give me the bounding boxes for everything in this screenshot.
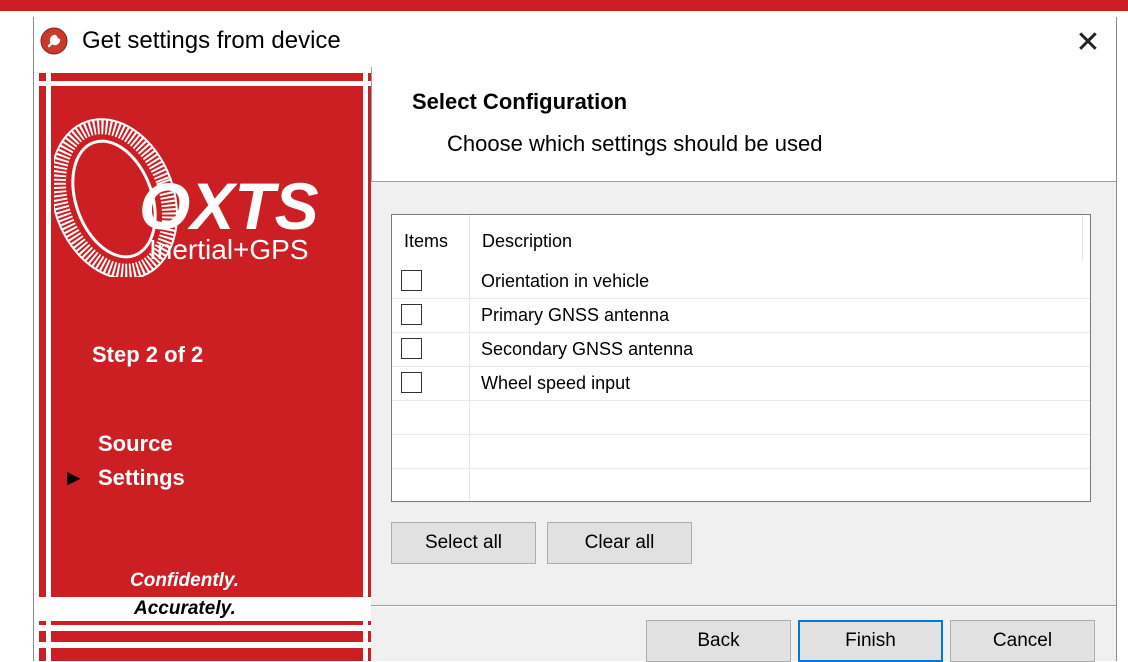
row-checkbox[interactable] — [401, 338, 422, 359]
row-description: Primary GNSS antenna — [481, 305, 670, 325]
back-button[interactable]: Back — [646, 620, 791, 662]
brand-stripe — [34, 67, 371, 73]
app-wrench-icon — [40, 27, 68, 55]
page-title: Select Configuration — [412, 89, 628, 114]
settings-list[interactable]: Items Description Orientation in vehicle… — [391, 214, 1091, 502]
window-title: Get settings from device — [82, 27, 341, 54]
empty-row — [392, 435, 1090, 469]
close-icon: ✕ — [1075, 25, 1101, 59]
row-checkbox[interactable] — [401, 270, 422, 291]
brand-stripe — [34, 625, 371, 631]
empty-row — [392, 469, 1090, 503]
row-checkbox[interactable] — [401, 304, 422, 325]
svg-text:Inertial+GPS: Inertial+GPS — [149, 234, 309, 265]
brand-panel: OXTS Inertial+GPS Step 2 of 2 Source ► S… — [34, 67, 371, 661]
row-description: Secondary GNSS antenna — [481, 339, 694, 359]
empty-row — [392, 401, 1090, 435]
page-subtitle: Choose which settings should be used — [447, 131, 823, 156]
top-accent-bar — [0, 0, 1128, 11]
list-row[interactable]: Secondary GNSS antenna — [392, 333, 1090, 367]
footer-divider-highlight — [371, 606, 1116, 607]
list-row[interactable]: Orientation in vehicle — [392, 265, 1090, 299]
cancel-button[interactable]: Cancel — [950, 620, 1095, 662]
page-header: Select Configuration Choose which settin… — [371, 67, 1116, 182]
oxts-logo: OXTS Inertial+GPS — [54, 118, 319, 277]
brand-stripe — [34, 642, 371, 648]
content-panel: Select Configuration Choose which settin… — [371, 67, 1116, 662]
brand-stripe — [34, 81, 371, 86]
brand-stripe — [46, 67, 51, 661]
select-all-button[interactable]: Select all — [391, 522, 536, 564]
tagline-accurately: Accurately. — [134, 598, 236, 619]
row-description: Wheel speed input — [481, 373, 631, 393]
dialog-window: Get settings from device ✕ OXTS Inertial… — [33, 17, 1117, 662]
nav-step-source: Source — [98, 431, 173, 456]
current-step-arrow-icon: ► — [63, 465, 85, 490]
step-indicator: Step 2 of 2 — [92, 342, 204, 367]
brand-stripe — [34, 67, 39, 661]
row-checkbox[interactable] — [401, 372, 422, 393]
svg-text:OXTS: OXTS — [139, 169, 319, 243]
column-header-items[interactable]: Items — [404, 231, 448, 252]
list-row[interactable]: Wheel speed input — [392, 367, 1090, 401]
finish-button[interactable]: Finish — [798, 620, 943, 662]
list-row[interactable]: Primary GNSS antenna — [392, 299, 1090, 333]
nav-step-settings: Settings — [98, 465, 185, 490]
column-divider — [1082, 215, 1083, 261]
clear-all-button[interactable]: Clear all — [547, 522, 692, 564]
close-button[interactable]: ✕ — [1060, 17, 1116, 67]
title-bar[interactable]: Get settings from device ✕ — [34, 17, 1116, 67]
tagline-confidently: Confidently. — [130, 570, 240, 591]
row-description: Orientation in vehicle — [481, 271, 650, 291]
column-header-description[interactable]: Description — [482, 231, 572, 252]
list-header: Items Description — [392, 215, 1090, 261]
